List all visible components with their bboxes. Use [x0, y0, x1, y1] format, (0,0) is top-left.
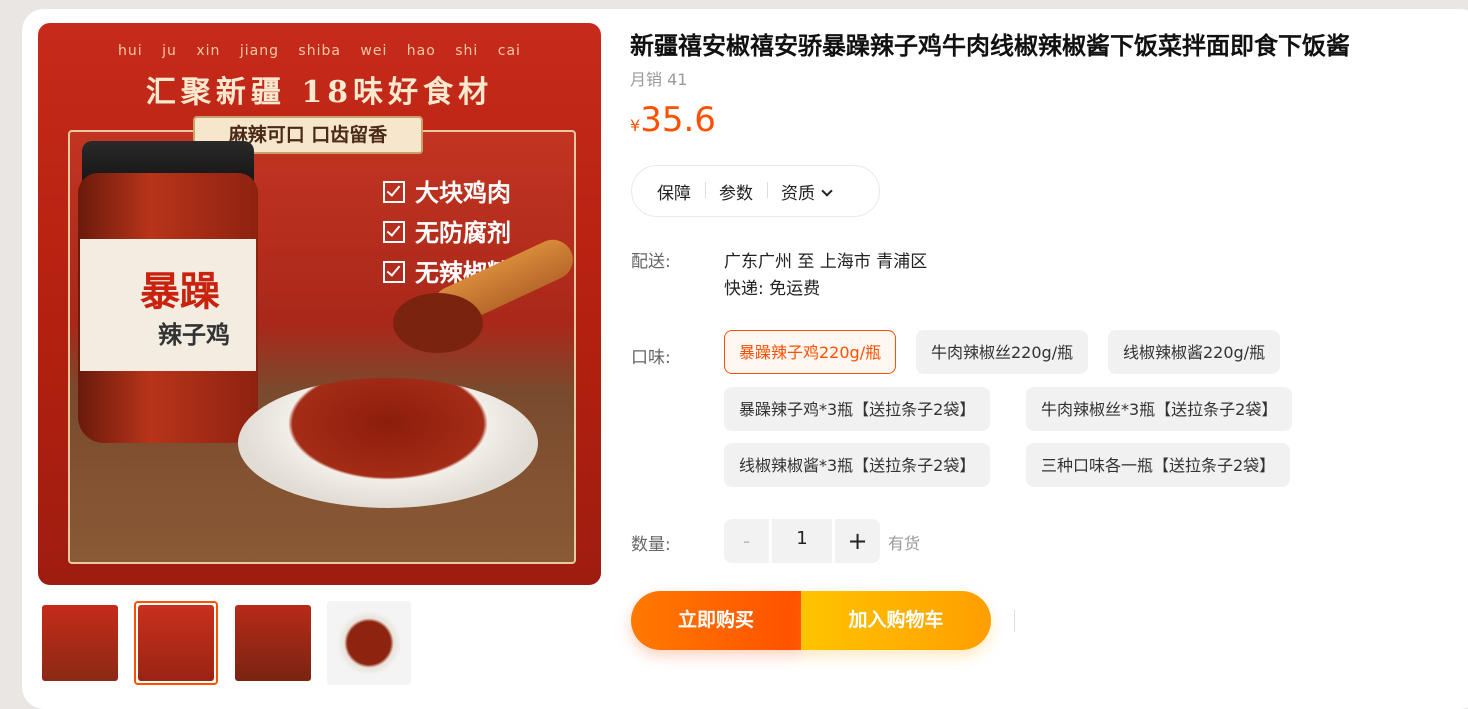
feature-item: 无防腐剂 — [383, 213, 511, 248]
chevron-down-icon — [821, 184, 833, 197]
product-title: 新疆禧安椒禧安骄暴躁辣子鸡牛肉线椒辣椒酱下饭菜拌面即食下饭酱 — [630, 32, 1350, 60]
tab-qualification[interactable]: 资质 — [767, 179, 845, 204]
flavor-label: 口味: — [631, 348, 671, 368]
quantity-increase-button[interactable]: + — [835, 519, 880, 563]
flavor-option-3[interactable]: 线椒辣椒酱220g/瓶 — [1108, 330, 1281, 374]
image-pinyin-text: hui ju xin jiang shiba wei hao shi cai — [118, 43, 521, 59]
checkbox-icon — [383, 221, 405, 243]
thumbnail-2[interactable] — [134, 601, 218, 685]
feature-item: 大块鸡肉 — [383, 173, 511, 208]
jar-label-title: 暴躁 — [140, 268, 220, 315]
divider — [1014, 610, 1015, 632]
flavor-option-2[interactable]: 牛肉辣椒丝220g/瓶 — [916, 330, 1089, 374]
add-to-cart-button[interactable]: 加入购物车 — [801, 591, 991, 650]
tab-params[interactable]: 参数 — [705, 179, 767, 204]
quantity-input[interactable]: 1 — [772, 519, 832, 563]
jar-label-subtitle: 辣子鸡 — [158, 320, 230, 349]
flavor-option-1[interactable]: 暴躁辣子鸡220g/瓶 — [724, 330, 897, 374]
shipping-method: 快递: 免运费 — [724, 279, 821, 299]
quantity-decrease-button[interactable]: - — [724, 519, 769, 563]
checkbox-icon — [383, 261, 405, 283]
shipping-route[interactable]: 广东广州 至 上海市 青浦区 — [724, 247, 927, 272]
monthly-sales: 月销 41 — [630, 70, 688, 89]
jar-label: 暴躁 辣子鸡 — [80, 239, 256, 371]
shipping-label: 配送: — [631, 252, 671, 272]
bowl — [238, 378, 538, 508]
quantity-label: 数量: — [631, 535, 671, 555]
buy-now-button[interactable]: 立即购买 — [631, 591, 801, 650]
thumbnail-1[interactable] — [38, 601, 122, 685]
checkbox-icon — [383, 181, 405, 203]
flavor-option-5[interactable]: 牛肉辣椒丝*3瓶【送拉条子2袋】 — [1026, 387, 1293, 431]
stock-status: 有货 — [888, 534, 921, 553]
flavor-option-7[interactable]: 三种口味各一瓶【送拉条子2袋】 — [1026, 443, 1291, 487]
flavor-option-6[interactable]: 线椒辣椒酱*3瓶【送拉条子2袋】 — [724, 443, 991, 487]
image-headline: 汇聚新疆 18味好食材 — [145, 75, 494, 110]
product-price: ¥35.6 — [630, 100, 716, 140]
spoon-food — [393, 293, 483, 353]
tab-guarantee[interactable]: 保障 — [632, 179, 705, 204]
price-value: 35.6 — [640, 100, 716, 140]
info-tabs: 保障 参数 资质 — [631, 165, 880, 217]
currency-symbol: ¥ — [630, 116, 641, 135]
flavor-option-4[interactable]: 暴躁辣子鸡*3瓶【送拉条子2袋】 — [724, 387, 991, 431]
thumbnail-3[interactable] — [231, 601, 315, 685]
main-product-image[interactable]: hui ju xin jiang shiba wei hao shi cai 汇… — [38, 23, 601, 585]
thumbnail-4[interactable] — [327, 601, 411, 685]
